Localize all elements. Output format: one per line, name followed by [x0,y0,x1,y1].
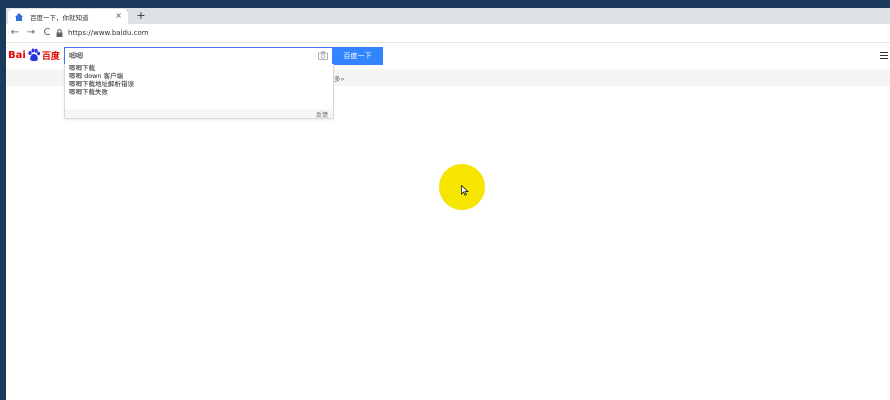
back-button[interactable]: ← [8,26,22,40]
search-button[interactable]: 百度一下 [332,47,383,65]
address-bar[interactable]: https://www.baidu.com [56,26,856,40]
browser-window: 百度一下，你就知道 × + ← → C https://www.baidu.co… [6,8,890,400]
logo-text-du: 百度 [41,51,60,62]
forward-button[interactable]: → [24,26,38,40]
baidu-favicon-icon [15,12,23,21]
suggestion-item[interactable]: 唧唧 down 客户端 [65,72,333,80]
baidu-paw-icon [28,48,40,62]
suggestion-item[interactable]: 唧唧下载地址解析错误 [65,80,333,88]
lock-icon [56,29,63,37]
mouse-cursor-icon [461,185,469,196]
logo-text-bai: Bai [8,49,26,61]
search-box[interactable] [64,47,332,65]
tab-baidu[interactable]: 百度一下，你就知道 × [8,9,128,24]
suggestion-item[interactable]: 唧唧下载 [65,64,333,72]
tab-strip: 百度一下，你就知道 × + [6,8,890,24]
camera-icon[interactable] [318,51,328,60]
suggestion-item[interactable]: 唧唧下载失败 [65,88,333,96]
feedback-link[interactable]: 反馈 [316,110,328,119]
new-tab-button[interactable]: + [134,9,148,23]
search-suggestions-dropdown: 唧唧下载 唧唧 down 客户端 唧唧下载地址解析错误 唧唧下载失败 反馈 [64,64,334,119]
search-input[interactable] [65,52,313,60]
tab-close-icon[interactable]: × [115,11,122,21]
url-text: https://www.baidu.com [68,29,149,37]
suggestions-footer: 反馈 [65,109,333,119]
reload-button[interactable]: C [40,26,54,40]
baidu-logo[interactable]: Bai 百度 [8,46,60,64]
more-link[interactable]: 多» [334,73,344,83]
menu-icon[interactable] [880,52,888,59]
address-toolbar: ← → C https://www.baidu.com [6,24,890,43]
tab-title: 百度一下，你就知道 [30,13,89,22]
